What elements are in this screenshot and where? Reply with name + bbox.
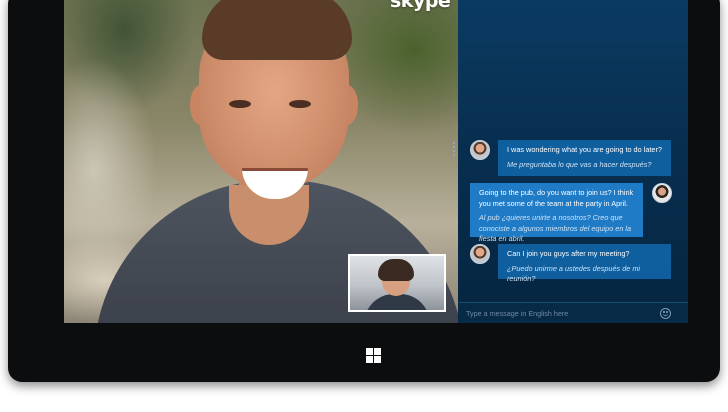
message-text: I was wondering what you are going to do… bbox=[507, 145, 662, 154]
windows-start-icon[interactable] bbox=[366, 348, 382, 364]
pane-handle-icon[interactable] bbox=[453, 142, 457, 156]
message-input[interactable] bbox=[466, 307, 656, 320]
message-text: Can I join you guys after my meeting? bbox=[507, 249, 630, 258]
screen: skype I was wondering what you are going… bbox=[64, 0, 688, 323]
remote-person-eye bbox=[229, 100, 251, 108]
skype-logo: skype bbox=[390, 0, 451, 12]
self-view-video[interactable] bbox=[348, 254, 446, 312]
contact-avatar[interactable] bbox=[470, 244, 490, 264]
remote-person-hair bbox=[202, 0, 352, 60]
emoji-smile bbox=[663, 313, 668, 316]
message-translation: Me preguntaba lo que vas a hacer después… bbox=[507, 159, 652, 169]
message-bubble-incoming[interactable]: I was wondering what you are going to do… bbox=[498, 140, 671, 176]
message-translation: ¿Puedo unirme a ustedes después de mi re… bbox=[507, 263, 641, 284]
remote-person-eye bbox=[289, 100, 311, 108]
contact-avatar[interactable] bbox=[470, 140, 490, 160]
emoji-icon[interactable] bbox=[660, 308, 671, 319]
message-text: Going to the pub, do you want to join us… bbox=[479, 188, 634, 208]
self-view-body bbox=[364, 294, 430, 310]
self-view-hair bbox=[378, 259, 414, 281]
message-bubble-outgoing[interactable]: Going to the pub, do you want to join us… bbox=[470, 183, 643, 243]
message-translation: Al pub ¿quieres unirte a nosotros? Creo … bbox=[479, 213, 632, 243]
video-call-pane[interactable]: skype bbox=[64, 0, 458, 323]
message-composer bbox=[458, 302, 688, 323]
message-bubble-incoming[interactable]: Can I join you guys after my meeting? ¿P… bbox=[498, 244, 671, 283]
chat-pane: I was wondering what you are going to do… bbox=[458, 0, 688, 323]
user-avatar[interactable] bbox=[652, 183, 672, 203]
tablet-device: skype I was wondering what you are going… bbox=[8, 0, 720, 382]
